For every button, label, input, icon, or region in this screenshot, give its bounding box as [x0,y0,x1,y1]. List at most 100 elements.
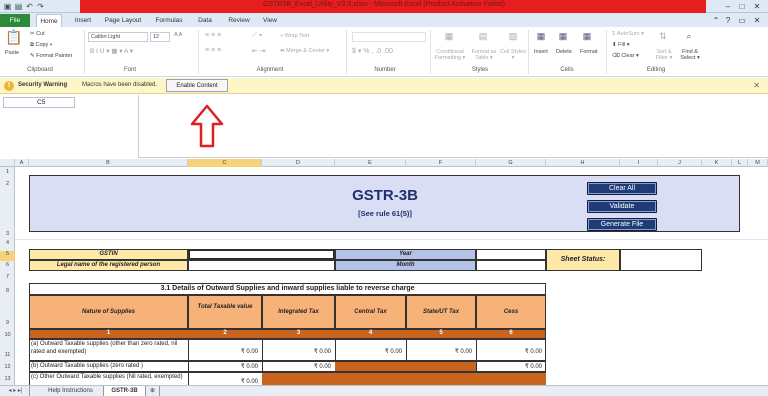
insert-label[interactable]: Insert [534,49,548,55]
row-a-taxable[interactable]: ₹ 0.00 [188,348,258,355]
paste-label[interactable]: Paste [5,50,19,56]
close-button[interactable]: ✕ [751,1,763,12]
merge-center-button[interactable]: ⬌ Merge & Center ▾ [280,48,329,54]
format-painter-button[interactable]: ✎ Format Painter [30,53,73,59]
row-header-6[interactable]: 6 [0,262,15,268]
sort-filter-label[interactable]: Sort & Filter ▾ [652,49,676,61]
row-a-igst[interactable]: ₹ 0.00 [262,348,331,355]
column-header-m[interactable]: M [748,159,768,167]
copy-button[interactable]: ⧉ Copy ▾ [30,42,52,49]
paste-icon[interactable]: 📋 [5,30,22,47]
tab-file[interactable]: File [0,14,30,27]
tab-formulas[interactable]: Formulas [152,14,186,27]
clear-all-button[interactable]: Clear All [587,182,657,195]
column-header-f[interactable]: F [406,159,476,167]
cell-styles-label[interactable]: Cell Styles ▾ [500,49,526,61]
maximize-button[interactable]: □ [736,1,748,12]
column-header-l[interactable]: L [732,159,748,167]
column-header-i[interactable]: I [620,159,658,167]
name-box[interactable]: C5 [3,97,75,108]
enable-content-button[interactable]: Enable Content [166,79,228,92]
bold-italic-underline-icon[interactable]: B I U ▾ ▦ ▾ A ▾ [90,47,133,55]
orientation-icon[interactable]: ⟋ ▾ [252,32,262,40]
tab-home[interactable]: Home [36,14,62,27]
find-select-label[interactable]: Find & Select ▾ [678,49,702,61]
minimize-button[interactable]: – [722,1,734,12]
grow-font-icon[interactable]: A A [174,32,182,38]
sheet-nav-arrows-icon[interactable]: ◂ ▸ ▸| [2,386,30,396]
tab-insert[interactable]: Insert [70,14,96,27]
tab-page-layout[interactable]: Page Layout [102,14,144,27]
clear-button[interactable]: ⌫ Clear ▾ [612,53,639,59]
format-cells-icon[interactable]: ▦ [580,30,594,44]
row-header-4[interactable]: 4 [0,240,15,246]
align-left-icon[interactable]: ≡ ≡ ≡ [205,47,221,54]
row-header-1[interactable]: 1 [0,169,15,175]
year-select[interactable] [476,249,546,260]
insert-cells-icon[interactable]: ▦ [534,30,548,44]
column-header-k[interactable]: K [702,159,732,167]
currency-percent-icon[interactable]: $ ▾ % , .0 .00 [352,47,393,55]
tab-view[interactable]: View [258,14,282,27]
wrap-text-button[interactable]: ⤶ Wrap Text [280,33,309,40]
column-header-g[interactable]: G [476,159,546,167]
row-header-11[interactable]: 11 [0,352,15,358]
format-as-table-label[interactable]: Format as Table ▾ [470,49,498,61]
gstin-input[interactable] [188,249,335,260]
legal-name-input[interactable] [188,260,335,271]
select-all-corner[interactable] [0,159,15,167]
new-sheet-icon[interactable]: ⊕ [146,386,160,396]
column-header-b[interactable]: B [29,159,188,167]
column-header-j[interactable]: J [658,159,702,167]
row-a-sgst[interactable]: ₹ 0.00 [406,348,472,355]
column-header-c[interactable]: C [188,159,262,167]
generate-file-button[interactable]: Generate File [587,218,657,231]
close-icon[interactable]: ✕ [753,81,760,90]
format-as-table-icon[interactable]: ▤ [476,30,490,44]
delete-label[interactable]: Delete [556,49,572,55]
row-header-9[interactable]: 9 [0,320,15,326]
row-a-cgst[interactable]: ₹ 0.00 [335,348,402,355]
column-header-d[interactable]: D [262,159,335,167]
conditional-formatting-icon[interactable]: ▦ [442,30,456,44]
row-b-taxable[interactable]: ₹ 0.00 [188,363,258,370]
binoculars-icon[interactable]: ⌕ [682,30,696,44]
collapse-ribbon-icon[interactable]: ⌃ [710,15,722,26]
row-a-cess[interactable]: ₹ 0.00 [476,348,542,355]
row-c-taxable[interactable]: ₹ 0.00 [188,378,258,385]
align-top-icon[interactable]: ≡ ≡ ≡ [205,32,221,39]
fill-button[interactable]: ⬇ Fill ▾ [612,42,629,48]
tab-review[interactable]: Review [224,14,254,27]
delete-cells-icon[interactable]: ▦ [556,30,570,44]
row-header-2[interactable]: 2 [0,181,15,187]
help-icon[interactable]: ? [722,15,734,26]
cut-button[interactable]: ✂ Cut [30,31,45,37]
number-format-select[interactable] [352,32,426,42]
row-header-5[interactable]: 5 [0,251,15,261]
sheet-tab-gstr3b[interactable]: GSTR-3B [104,386,146,396]
cell-styles-icon[interactable]: ▧ [506,30,520,44]
row-header-8[interactable]: 8 [0,288,15,294]
validate-button[interactable]: Validate [587,200,657,213]
indent-icon[interactable]: ⇤ ⇥ [252,47,266,55]
row-b-igst[interactable]: ₹ 0.00 [262,363,331,370]
autosum-button[interactable]: Σ AutoSum ▾ [612,31,644,37]
sort-filter-icon[interactable]: ⇅ [656,30,670,44]
row-b-cess[interactable]: ₹ 0.00 [476,363,542,370]
row-header-3[interactable]: 3 [0,231,15,237]
row-header-7[interactable]: 7 [0,274,15,280]
formula-input[interactable] [138,95,768,158]
row-header-10[interactable]: 10 [0,332,15,338]
column-header-a[interactable]: A [15,159,29,167]
column-header-h[interactable]: H [546,159,620,167]
close-workbook-icon[interactable]: ✕ [751,15,763,26]
tab-data[interactable]: Data [192,14,218,27]
column-header-e[interactable]: E [335,159,406,167]
font-size-select[interactable]: 12 [150,32,170,42]
row-header-13[interactable]: 13 [0,376,15,382]
month-select[interactable] [476,260,546,271]
row-header-12[interactable]: 12 [0,364,15,370]
sheet-tab-help-instructions[interactable]: Help Instructions [38,386,104,396]
conditional-formatting-label[interactable]: Conditional Formatting ▾ [432,49,468,61]
font-name-select[interactable]: Calibri Light [88,32,148,42]
